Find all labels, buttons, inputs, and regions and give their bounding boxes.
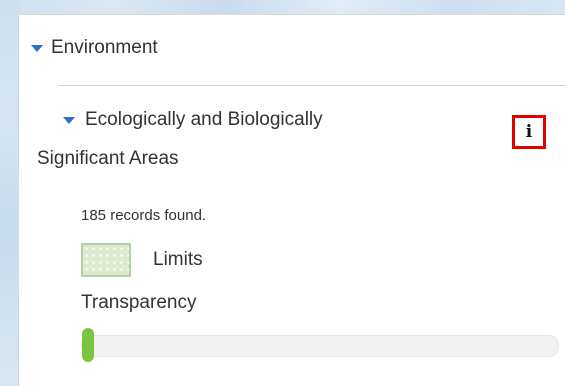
layer-title-continued: Significant Areas [37, 148, 179, 169]
transparency-label: Transparency [81, 292, 197, 313]
legend-swatch [81, 243, 131, 277]
layer-title: Ecologically and Biologically [85, 109, 323, 130]
caret-down-icon [31, 44, 43, 52]
legend-row: Limits [81, 243, 203, 277]
layer-ebsa-toggle[interactable]: Ecologically and Biologically Significan… [37, 106, 483, 169]
section-label: Environment [51, 37, 158, 58]
layer-info-button[interactable]: i [512, 115, 546, 149]
map-background-left [0, 0, 20, 386]
records-count: 185 records found. [81, 207, 207, 224]
transparency-slider[interactable] [81, 328, 559, 362]
info-icon: i [525, 122, 533, 142]
slider-thumb[interactable] [82, 328, 94, 362]
layer-title-line: Ecologically and Biologically [63, 106, 483, 134]
legend-label: Limits [153, 249, 203, 270]
caret-down-icon [63, 116, 75, 124]
section-environment-toggle[interactable]: Environment [31, 35, 158, 61]
layer-panel-page: Environment Ecologically and Biologicall… [0, 0, 565, 386]
section-divider [59, 85, 565, 86]
layers-panel: Environment Ecologically and Biologicall… [18, 14, 565, 386]
